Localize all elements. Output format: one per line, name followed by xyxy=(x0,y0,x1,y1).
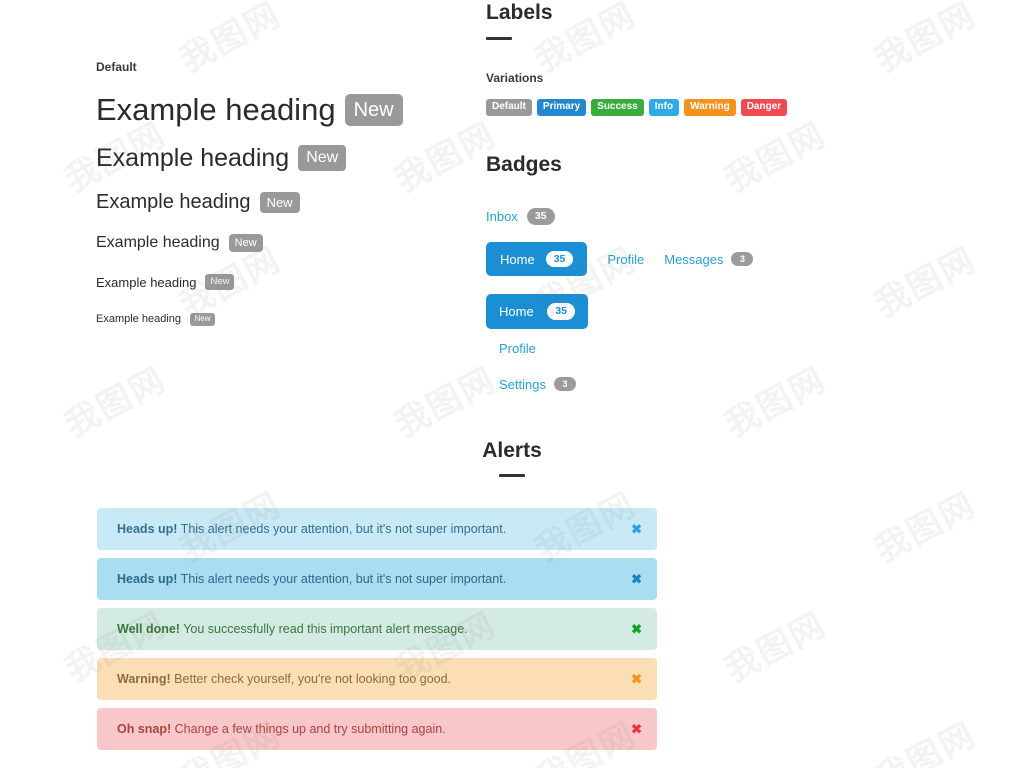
stacked-pill-home[interactable]: Home 35 xyxy=(486,294,588,329)
pill-label: Messages xyxy=(664,251,724,267)
label-warning: Warning xyxy=(684,99,736,117)
label-primary: Primary xyxy=(536,99,587,117)
heading-text: Example heading xyxy=(96,313,182,325)
inbox-badge-count: 35 xyxy=(526,208,555,225)
heading-text: Example heading xyxy=(96,92,336,127)
watermark-text: 我图网 xyxy=(718,604,833,691)
watermark-text: 我图网 xyxy=(58,359,173,446)
pill-badge-count: 35 xyxy=(547,303,575,320)
heading-new-badge: New xyxy=(259,191,300,213)
heading-new-badge: New xyxy=(190,312,216,326)
alert-text: Better check yourself, you're not lookin… xyxy=(170,672,452,686)
labels-title-rule xyxy=(486,37,512,41)
heading-row-h5: Example heading New xyxy=(96,266,456,298)
pill-badge-count: 3 xyxy=(731,252,754,267)
alert-close-icon[interactable]: ✖ xyxy=(631,573,642,586)
alert-strong: Warning! xyxy=(117,672,171,686)
heading-new-badge: New xyxy=(228,234,263,252)
alert-close-icon[interactable]: ✖ xyxy=(631,523,642,536)
heading-row-h3: Example heading New xyxy=(96,184,456,220)
inbox-link[interactable]: Inbox xyxy=(486,209,518,224)
stacked-pill-settings[interactable]: Settings 3 xyxy=(486,368,588,401)
badges-section: Badges Inbox 35 Home 35 Profile Messages 3 H… xyxy=(486,152,906,404)
heading-text: Example heading xyxy=(96,143,290,172)
heading-text: Example heading xyxy=(96,274,197,290)
headings-list: Example heading New Example heading New Exam… xyxy=(96,88,456,334)
alert-strong: Heads up! xyxy=(117,572,178,586)
alert-text: This alert needs your attention, but it'… xyxy=(177,572,507,586)
labels-sublabel: Variations xyxy=(486,71,544,86)
pill-label: Home xyxy=(499,304,534,320)
pill-home[interactable]: Home 35 xyxy=(486,241,588,277)
alerts-list: Heads up! This alert needs your attentio… xyxy=(97,508,657,758)
pill-messages[interactable]: Messages 3 xyxy=(664,251,754,267)
heading-row-h6: Example heading New xyxy=(96,304,456,334)
alert-strong: Heads up! xyxy=(117,522,178,536)
heading-row-h1: Example heading New xyxy=(96,88,456,132)
labels-section: Labels Variations Default Primary Success I… xyxy=(486,0,906,117)
labels-title: Labels xyxy=(486,1,553,24)
alert-4: Oh snap! Change a few things up and try … xyxy=(97,708,657,750)
heading-new-badge: New xyxy=(344,94,403,126)
heading-new-badge: New xyxy=(205,274,235,290)
right-column: Labels Variations Default Primary Success I… xyxy=(486,0,906,404)
watermark-text: 我图网 xyxy=(868,484,983,571)
pill-label: Profile xyxy=(499,340,536,356)
alert-1: Heads up! This alert needs your attentio… xyxy=(97,558,657,600)
alert-close-icon[interactable]: ✖ xyxy=(631,623,642,636)
headings-sublabel: Default xyxy=(96,60,137,74)
pills-horizontal: Home 35 Profile Messages 3 xyxy=(486,241,906,277)
alert-2: Well done! You successfully read this im… xyxy=(97,608,657,650)
pill-label: Settings xyxy=(499,376,546,392)
alert-strong: Oh snap! xyxy=(117,722,172,736)
alert-text: You successfully read this important ale… xyxy=(179,622,468,636)
heading-row-h4: Example heading New xyxy=(96,226,456,260)
pills-stacked: Home 35 Profile Settings 3 xyxy=(486,294,588,404)
heading-text: Example heading xyxy=(96,234,220,251)
pill-label: Profile xyxy=(607,251,645,267)
label-success: Success xyxy=(591,99,644,117)
watermark-text: 我图网 xyxy=(868,714,983,768)
label-danger: Danger xyxy=(740,99,788,117)
heading-new-badge: New xyxy=(298,145,347,171)
alert-text: This alert needs your attention, but it'… xyxy=(177,522,507,536)
pill-profile[interactable]: Profile xyxy=(607,252,644,267)
label-default: Default xyxy=(486,99,532,117)
badges-title: Badges xyxy=(486,153,562,177)
heading-row-h2: Example heading New xyxy=(96,138,456,178)
alert-strong: Well done! xyxy=(117,622,180,636)
alert-close-icon[interactable]: ✖ xyxy=(631,723,642,736)
alert-0: Heads up! This alert needs your attentio… xyxy=(97,508,657,550)
inbox-badge-line[interactable]: Inbox 35 xyxy=(486,208,906,225)
alerts-title: Alerts xyxy=(482,439,542,462)
alerts-header: Alerts xyxy=(0,438,1024,478)
labels-row: Default Primary Success Info Warning Danger xyxy=(486,99,906,117)
heading-text: Example heading xyxy=(96,190,251,213)
alerts-title-rule xyxy=(499,474,525,478)
page-root: 我图网 我图网 我图网 我图网 我图网 我图网 我图网 我图网 我图网 我图网 我图网 我图网 我图网我… xyxy=(0,0,1024,768)
headings-section: Default Example heading New Example headin… xyxy=(96,60,456,340)
stacked-pill-profile[interactable]: Profile xyxy=(486,332,588,365)
pill-label: Home xyxy=(500,251,535,267)
alert-close-icon[interactable]: ✖ xyxy=(631,673,642,686)
alert-text: Change a few things up and try submittin… xyxy=(171,722,446,736)
pill-badge-count: 35 xyxy=(545,250,574,268)
alert-3: Warning! Better check yourself, you're n… xyxy=(97,658,657,700)
pill-badge-count: 3 xyxy=(553,377,576,392)
label-info: Info xyxy=(648,99,680,117)
